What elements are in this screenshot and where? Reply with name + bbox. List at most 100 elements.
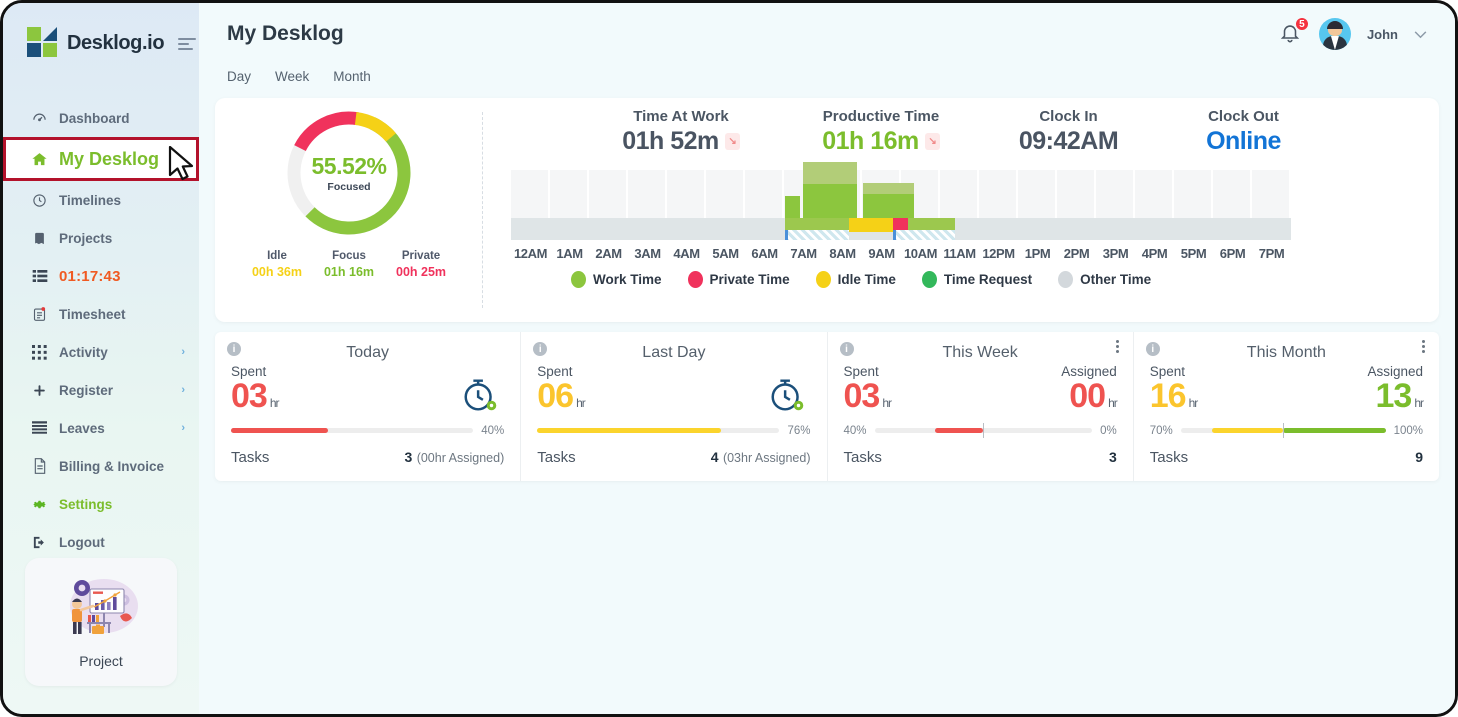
spent-metric: Spent 16 hr bbox=[1150, 364, 1198, 415]
sidebar-item-billing-invoice[interactable]: Billing & Invoice bbox=[3, 447, 199, 485]
kpi-value-wrap: 01h 52m ↘ bbox=[622, 127, 740, 156]
chevron-down-icon[interactable] bbox=[1414, 27, 1427, 42]
sidebar-item-dashboard[interactable]: Dashboard bbox=[3, 99, 199, 137]
kebab-menu-icon[interactable] bbox=[1115, 340, 1119, 353]
assigned-value: 00 bbox=[1069, 377, 1106, 415]
progress-track bbox=[874, 423, 1093, 439]
kebab-menu-icon[interactable] bbox=[1422, 340, 1425, 353]
progress-right-label: 40% bbox=[481, 424, 505, 437]
sidebar-item-projects[interactable]: Projects bbox=[3, 219, 199, 257]
legend-item-time-request: Time Request bbox=[921, 271, 1033, 288]
legend-dot-icon bbox=[815, 271, 831, 288]
tab-day[interactable]: Day bbox=[227, 69, 251, 84]
sidebar-item-leaves[interactable]: Leaves › bbox=[3, 409, 199, 447]
info-icon[interactable]: i bbox=[839, 342, 854, 356]
book-icon bbox=[31, 231, 48, 246]
sidebar-item-label: Timelines bbox=[59, 192, 122, 208]
sidebar-item-label: Billing & Invoice bbox=[59, 458, 165, 474]
kpi-productive-time: Productive Time 01h 16m ↘ bbox=[781, 108, 981, 156]
timeline-bar-work bbox=[785, 196, 800, 218]
tab-week[interactable]: Week bbox=[275, 69, 309, 84]
hour-label: 3PM bbox=[1102, 246, 1129, 261]
hamburger-icon[interactable] bbox=[178, 36, 197, 50]
kpi-label: Time At Work bbox=[633, 108, 729, 125]
progress-right-label: 0% bbox=[1100, 424, 1117, 437]
tab-month[interactable]: Month bbox=[333, 69, 371, 84]
sidebar-item-timelines[interactable]: Timelines bbox=[3, 181, 199, 219]
progress-fill-spent bbox=[935, 428, 984, 434]
notification-badge: 5 bbox=[1293, 16, 1310, 32]
sidebar-item-timesheet[interactable]: Timesheet bbox=[3, 295, 199, 333]
hour-label: 10AM bbox=[903, 246, 938, 261]
sidebar-item-activity[interactable]: Activity › bbox=[3, 333, 199, 371]
timeline-bar-work bbox=[863, 194, 914, 218]
tasks-assigned: (03hr Assigned) bbox=[722, 450, 811, 465]
kpi-row: Time At Work 01h 52m ↘ Productive Time 0… bbox=[511, 108, 1419, 156]
calendar-icon bbox=[31, 421, 48, 435]
tasks-value-wrap: 3 (00hr Assigned) bbox=[404, 449, 504, 467]
legend-dot-icon bbox=[921, 271, 937, 288]
spent-metric: Spent 03 hr bbox=[231, 364, 279, 415]
summary-cards-row: i Today Spent 03 hr 40% Tasks 3 (00hr As… bbox=[215, 332, 1439, 481]
spent-unit: hr bbox=[1188, 396, 1199, 410]
kpi-value: 09:42AM bbox=[1018, 127, 1119, 155]
legend-item-work-time: Work Time bbox=[571, 271, 662, 288]
home-icon bbox=[31, 150, 48, 169]
progress-fill bbox=[231, 428, 328, 434]
user-name[interactable]: John bbox=[1367, 27, 1398, 42]
logout-icon bbox=[31, 535, 48, 550]
avatar[interactable] bbox=[1318, 18, 1351, 50]
tasks-value: 3 bbox=[404, 448, 413, 465]
spent-value-wrap: 06 hr bbox=[537, 378, 585, 415]
focus-legend: Idle 00h 36m Focus 01h 16m Private 00h 2… bbox=[252, 250, 446, 279]
brand[interactable]: Desklog.io bbox=[3, 17, 199, 59]
focus-sub-label: Focused bbox=[327, 181, 371, 193]
progress-fill-spent bbox=[1211, 428, 1284, 434]
spent-value-wrap: 16 hr bbox=[1150, 378, 1199, 415]
timeline-bars bbox=[511, 162, 1291, 240]
sidebar-item-label: Leaves bbox=[59, 420, 105, 436]
sidebar-item-register[interactable]: Register › bbox=[3, 371, 199, 409]
timeline-marker bbox=[785, 230, 788, 240]
card-title: This Month bbox=[1246, 344, 1326, 361]
assigned-unit: hr bbox=[1414, 396, 1424, 410]
info-icon[interactable]: i bbox=[227, 342, 241, 356]
sidebar-item-label: 01:17:43 bbox=[59, 267, 121, 285]
spent-value-wrap: 03 hr bbox=[231, 378, 279, 415]
grid-dots-icon bbox=[31, 344, 48, 360]
notification-bell-button[interactable]: 5 bbox=[1279, 16, 1310, 47]
timeline-hour-labels: 12AM 1AM 2AM 3AM 4AM 5AM 6AM 7AM 8AM 9AM… bbox=[511, 246, 1291, 261]
legend-label: Time Request bbox=[943, 272, 1033, 287]
focus-legend-value: 00h 36m bbox=[251, 265, 302, 279]
sidebar-item-label: Register bbox=[59, 382, 114, 398]
hour-label: 7PM bbox=[1258, 246, 1285, 261]
card-title: Today bbox=[346, 344, 389, 361]
info-icon[interactable]: i bbox=[1145, 342, 1160, 356]
hour-label: 6PM bbox=[1219, 246, 1246, 261]
timer-list-icon bbox=[31, 269, 48, 283]
sidebar-item-timer[interactable]: 01:17:43 bbox=[3, 257, 199, 295]
project-card[interactable]: Project bbox=[25, 558, 177, 686]
spent-metric: Spent 06 hr bbox=[537, 364, 585, 415]
legend-item-private-time: Private Time bbox=[687, 271, 790, 288]
card-metrics: Spent 03 hr Assigned 00 hr bbox=[844, 364, 1118, 415]
sidebar-item-logout[interactable]: Logout bbox=[3, 523, 199, 561]
hour-label: 6AM bbox=[751, 246, 778, 261]
focus-donut-chart: 55.52% Focused bbox=[284, 108, 414, 238]
kpi-label: Productive Time bbox=[822, 108, 940, 125]
legend-label: Idle Time bbox=[837, 272, 896, 287]
assigned-value-wrap: 00 hr bbox=[1061, 377, 1117, 415]
timeline-legend: Work Time Private Time Idle Time Time Re… bbox=[511, 271, 1419, 288]
timeline-bar-work bbox=[803, 184, 857, 218]
assigned-metric: Assigned 13 hr bbox=[1367, 364, 1424, 415]
kpi-clock-out: Clock Out Online bbox=[1156, 108, 1331, 156]
sidebar-item-my-desklog[interactable]: My Desklog bbox=[3, 137, 199, 181]
focus-legend-item: Focus 01h 16m bbox=[324, 250, 374, 279]
sidebar-item-settings[interactable]: Settings bbox=[3, 485, 199, 523]
tasks-label: Tasks bbox=[231, 449, 270, 467]
stopwatch-gear-icon bbox=[767, 374, 809, 421]
document-icon bbox=[31, 458, 48, 474]
tasks-value-wrap: 4 (03hr Assigned) bbox=[711, 449, 811, 467]
progress-right-label: 100% bbox=[1393, 424, 1423, 437]
trend-down-icon: ↘ bbox=[724, 133, 740, 150]
